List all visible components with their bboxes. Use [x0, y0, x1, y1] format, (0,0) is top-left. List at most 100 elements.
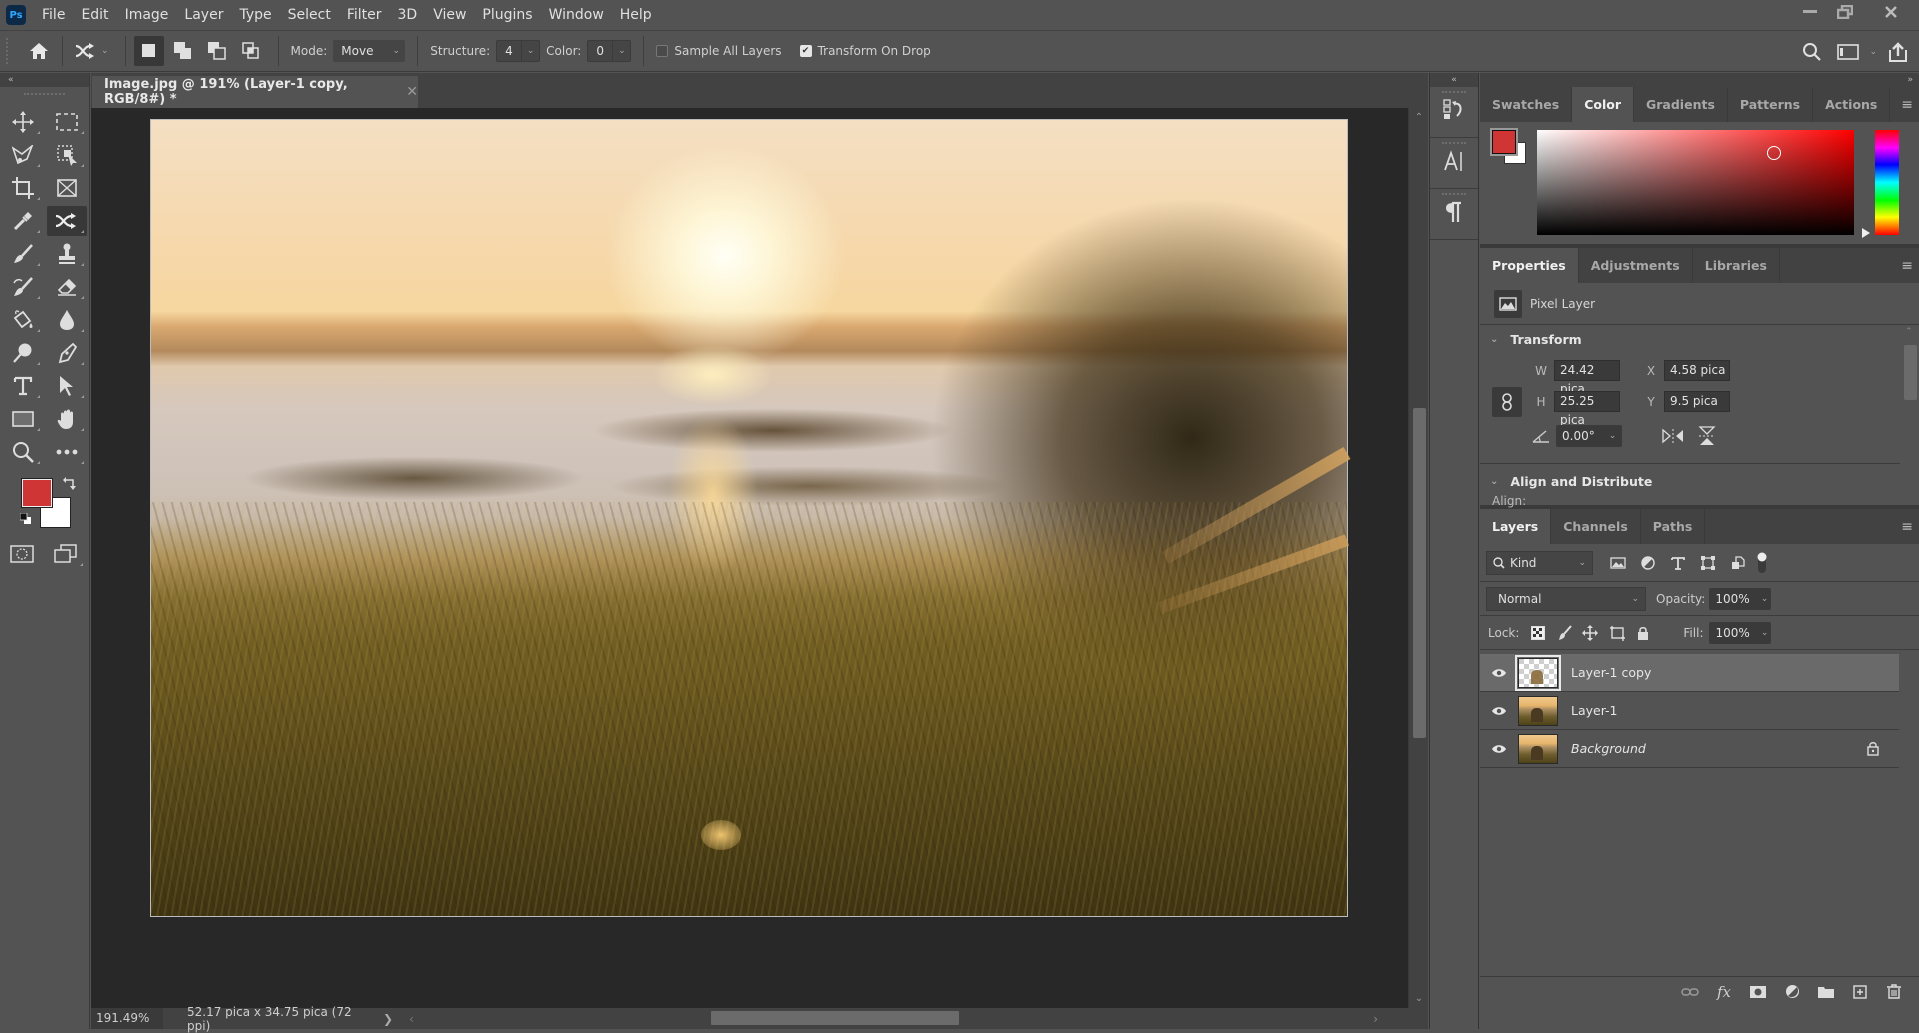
filter-shape-button[interactable] [1693, 555, 1723, 570]
menu-help[interactable]: Help [612, 0, 660, 30]
share-button[interactable] [1883, 37, 1913, 67]
lasso-tool[interactable] [3, 140, 43, 170]
align-section-header[interactable]: ⌄ Align and Distribute [1480, 467, 1652, 495]
layer-thumbnail[interactable] [1515, 654, 1561, 691]
visibility-toggle[interactable] [1480, 706, 1518, 716]
layer-name[interactable]: Layer-1 copy [1571, 665, 1651, 680]
move-tool[interactable] [3, 107, 43, 137]
status-menu-arrow-icon[interactable]: ❯ [383, 1012, 393, 1026]
layer-row[interactable]: Layer-1 [1480, 692, 1899, 730]
eraser-tool[interactable] [47, 272, 87, 302]
hue-slider-pointer[interactable] [1862, 228, 1870, 238]
layer-thumbnail[interactable] [1518, 695, 1558, 726]
restore-button[interactable] [1827, 0, 1862, 24]
filter-type-button[interactable] [1663, 556, 1693, 570]
document-image[interactable] [150, 119, 1351, 917]
flip-vertical-button[interactable] [1698, 426, 1716, 446]
swap-colors-button[interactable] [62, 477, 76, 491]
paragraph-panel-button[interactable] [1430, 189, 1478, 240]
filter-pixel-button[interactable] [1603, 556, 1633, 569]
collapse-toolbar-button[interactable]: « [0, 73, 89, 87]
new-layer-button[interactable] [1843, 984, 1877, 999]
vertical-scroll-thumb[interactable] [1413, 408, 1426, 738]
character-panel-button[interactable] [1430, 138, 1478, 189]
search-button[interactable] [1797, 37, 1827, 67]
transform-section-header[interactable]: ⌄ Transform [1480, 325, 1919, 353]
delete-layer-button[interactable] [1877, 984, 1911, 999]
type-tool[interactable] [3, 371, 43, 401]
visibility-toggle[interactable] [1480, 668, 1518, 678]
blend-mode-dropdown[interactable]: Normal ⌄ [1486, 586, 1646, 611]
menu-window[interactable]: Window [541, 0, 612, 30]
edit-toolbar-button[interactable] [47, 437, 87, 467]
new-selection-button[interactable] [133, 36, 164, 66]
height-field[interactable]: 25.25 pica [1554, 391, 1620, 427]
foreground-color-swatch[interactable] [21, 478, 53, 508]
panel-menu-icon[interactable]: ≡ [1901, 258, 1913, 274]
tab-layers[interactable]: Layers [1480, 509, 1552, 544]
content-aware-move-tool[interactable] [47, 206, 87, 236]
lock-pixels-button[interactable] [1553, 624, 1577, 641]
tab-color[interactable]: Color [1572, 87, 1634, 122]
home-button[interactable] [24, 36, 54, 66]
filter-smart-object-button[interactable] [1723, 555, 1753, 570]
dodge-tool[interactable] [3, 338, 43, 368]
layer-name[interactable]: Background [1571, 741, 1646, 756]
transform-on-drop-checkbox[interactable]: ✔ [799, 45, 812, 57]
scroll-up-icon[interactable]: ⌃ [1409, 112, 1429, 123]
scroll-right-icon[interactable]: › [1373, 1012, 1378, 1026]
horizontal-scroll-thumb[interactable] [711, 1011, 959, 1025]
add-to-selection-button[interactable] [168, 36, 198, 66]
options-bar-grip[interactable] [6, 38, 10, 64]
collapse-dock-button[interactable]: « [1430, 73, 1478, 87]
clone-stamp-tool[interactable] [47, 239, 87, 269]
menu-plugins[interactable]: Plugins [474, 0, 540, 30]
chevron-down-icon[interactable]: ⌄ [521, 41, 539, 61]
menu-layer[interactable]: Layer [176, 0, 231, 30]
scroll-left-icon[interactable]: ‹ [409, 1012, 414, 1026]
lock-transparent-button[interactable] [1523, 625, 1553, 640]
path-selection-tool[interactable] [47, 371, 87, 401]
tab-gradients[interactable]: Gradients [1634, 87, 1728, 122]
opacity-field[interactable]: 100% ⌄ [1709, 587, 1772, 610]
close-button[interactable] [1862, 0, 1919, 24]
menu-3d[interactable]: 3D [390, 0, 426, 30]
tab-patterns[interactable]: Patterns [1728, 87, 1814, 122]
fx-icon[interactable]: fx [1707, 983, 1741, 1001]
angle-field[interactable]: 0.00° ⌄ [1556, 425, 1622, 447]
tab-swatches[interactable]: Swatches [1480, 87, 1573, 122]
chevron-down-icon[interactable]: ⌄ [1757, 588, 1771, 609]
filter-kind-dropdown[interactable]: Kind ⌄ [1486, 550, 1593, 575]
chevron-down-icon[interactable]: ⌄ [1869, 47, 1877, 57]
collapse-panels-button[interactable]: » [1480, 73, 1919, 87]
color-panel-foreground[interactable] [1490, 128, 1518, 156]
color-field[interactable]: 0 ⌄ [587, 40, 632, 62]
fill-field[interactable]: 100% ⌄ [1709, 621, 1772, 644]
chevron-down-icon[interactable]: ⌄ [101, 46, 109, 56]
scroll-up-icon[interactable]: ⌃ [1905, 327, 1913, 337]
menu-type[interactable]: Type [231, 0, 279, 30]
history-brush-tool[interactable] [3, 272, 43, 302]
frame-tool[interactable] [47, 173, 87, 203]
pen-tool[interactable] [47, 338, 87, 368]
marquee-tool[interactable] [47, 107, 87, 137]
lock-position-button[interactable] [1577, 624, 1603, 641]
tab-libraries[interactable]: Libraries [1693, 248, 1780, 283]
filter-toggle[interactable] [1757, 552, 1767, 574]
crop-tool[interactable] [3, 173, 43, 203]
visibility-toggle[interactable] [1480, 744, 1518, 754]
link-layers-button[interactable] [1673, 987, 1707, 997]
screen-mode-button[interactable] [46, 539, 86, 569]
tab-adjustments[interactable]: Adjustments [1579, 248, 1693, 283]
x-position-field[interactable]: 4.58 pica [1664, 360, 1730, 381]
brush-tool[interactable] [3, 239, 43, 269]
filter-adjustment-button[interactable] [1633, 555, 1663, 570]
menu-filter[interactable]: Filter [339, 0, 390, 30]
menu-view[interactable]: View [425, 0, 474, 30]
y-position-field[interactable]: 9.5 pica [1664, 391, 1730, 412]
color-picker-cursor[interactable] [1767, 146, 1781, 160]
hand-tool[interactable] [47, 404, 87, 434]
lock-all-button[interactable] [1631, 626, 1655, 640]
saturation-brightness-field[interactable] [1537, 130, 1854, 235]
tab-actions[interactable]: Actions [1813, 87, 1891, 122]
